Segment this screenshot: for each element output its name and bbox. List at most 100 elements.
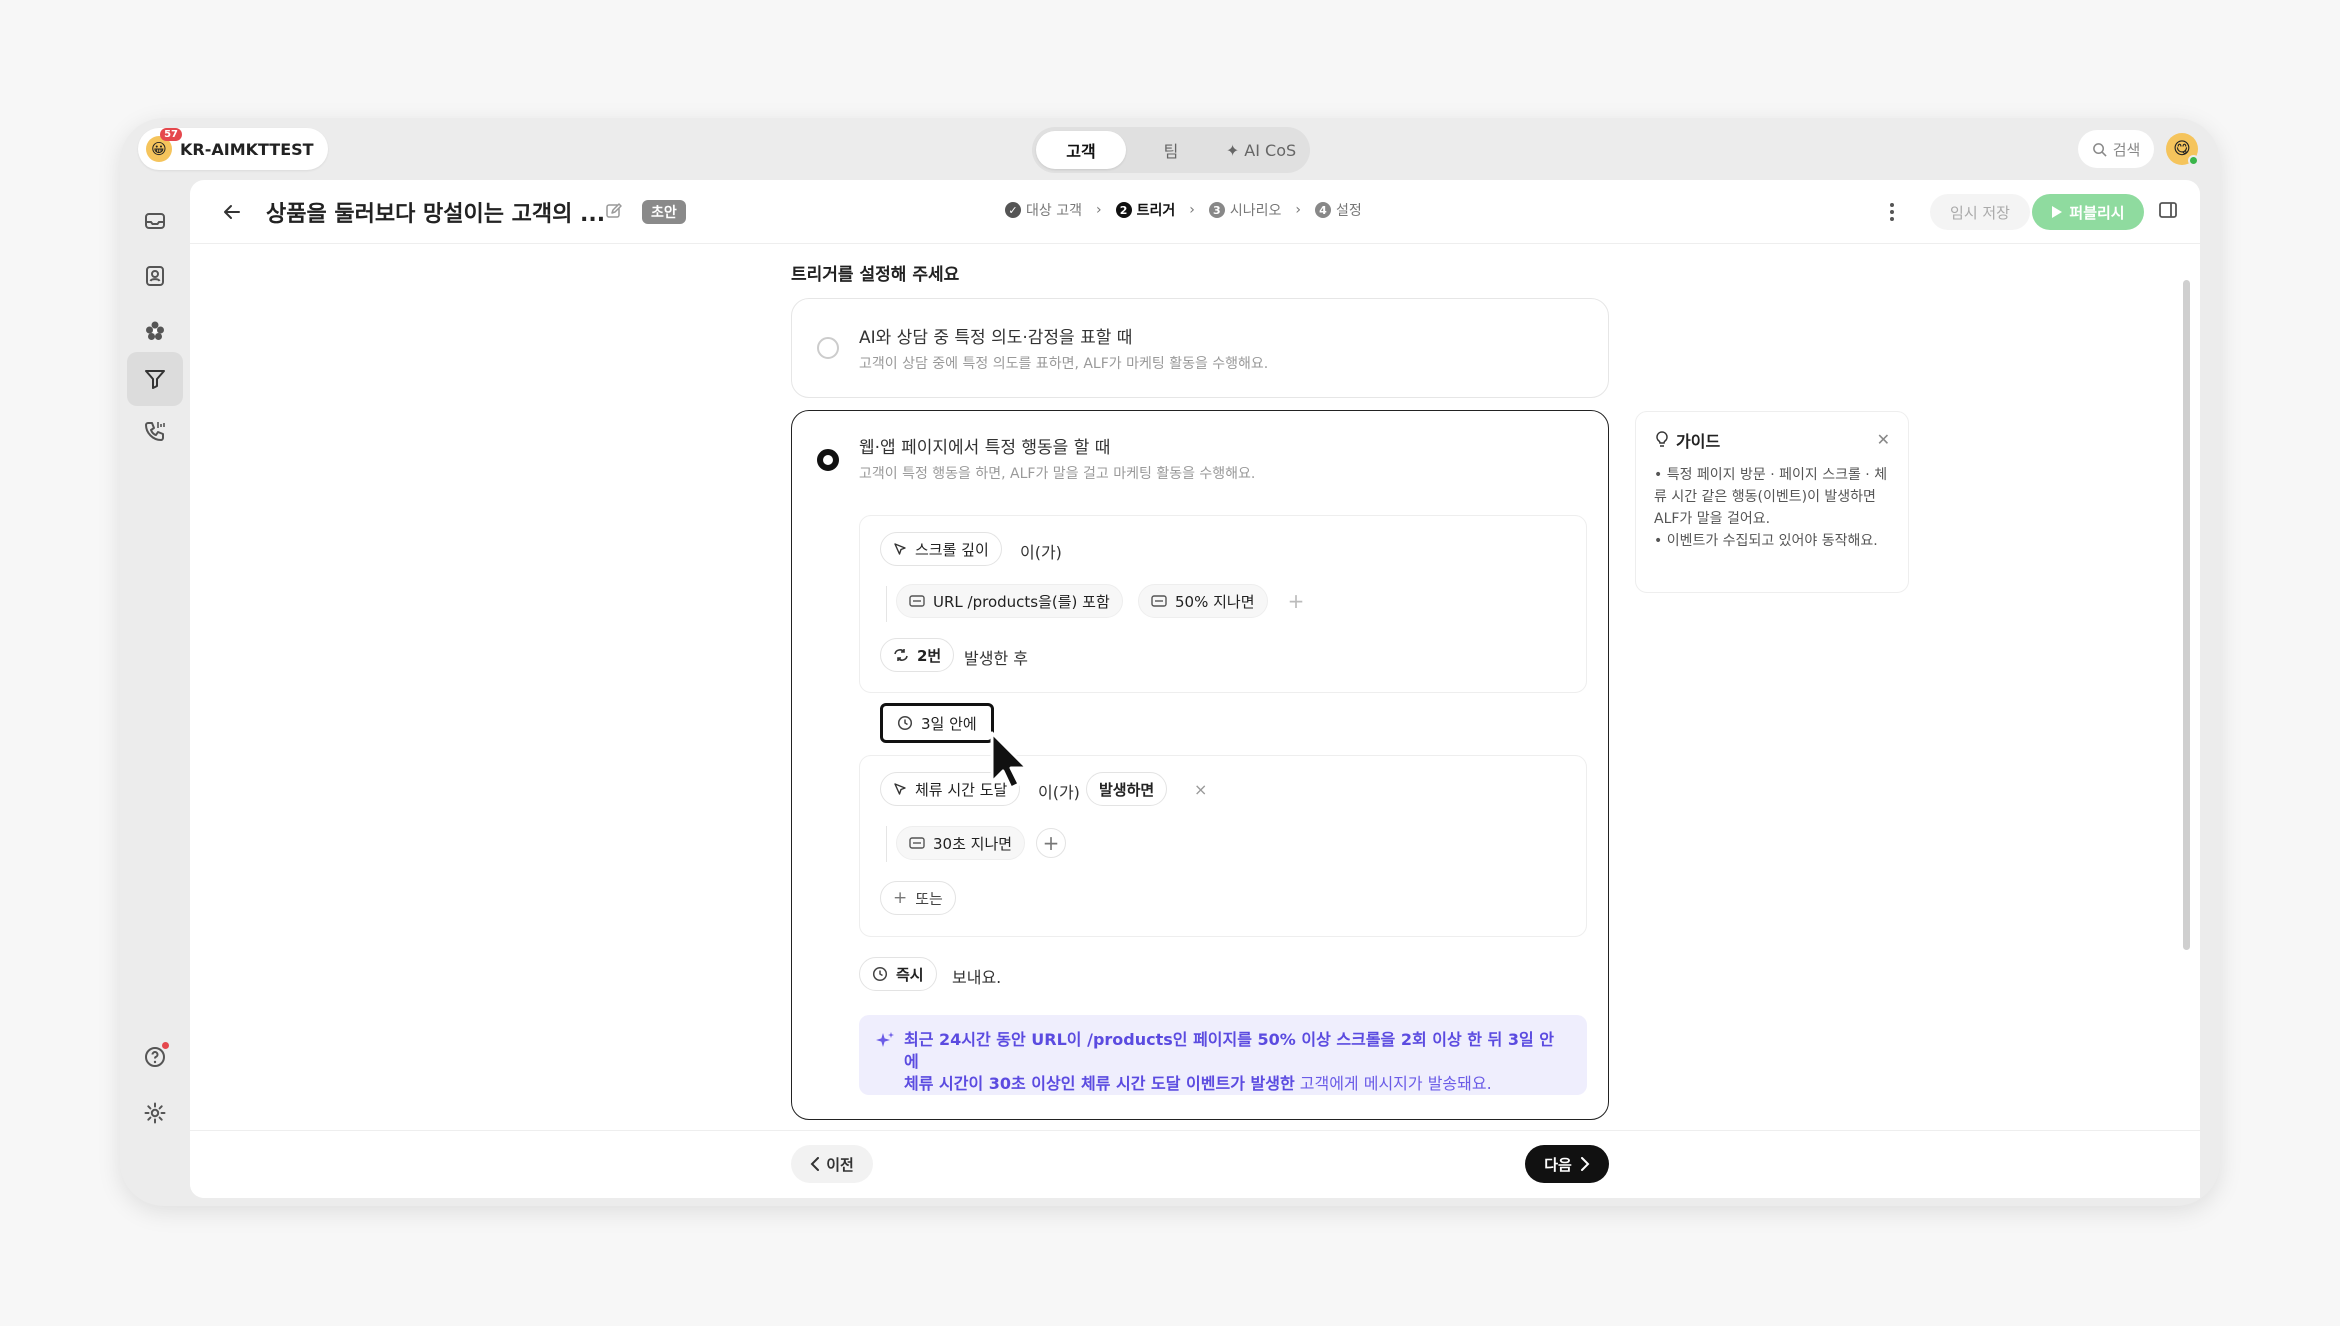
back-button[interactable] [218, 198, 246, 226]
option-description: 고객이 특정 행동을 하면, ALF가 말을 걸고 마케팅 활동을 수행해요. [859, 466, 1256, 482]
tab-customer[interactable]: 고객 [1036, 131, 1126, 169]
time-window-label: 3일 안에 [921, 714, 977, 733]
step-scenario[interactable]: 3 시나리오 [1208, 200, 1281, 220]
sidebar-item-help[interactable] [127, 1030, 183, 1084]
repeat-icon [894, 649, 908, 661]
publish-button[interactable]: 퍼블리시 [2032, 194, 2144, 230]
lightbulb-icon [1656, 431, 1668, 447]
step-label: 트리거 [1136, 203, 1176, 219]
user-avatar[interactable]: 😋 [2166, 133, 2199, 166]
clock-icon [897, 715, 913, 731]
chevron-left-icon [810, 1157, 820, 1171]
online-status-dot [2188, 155, 2199, 166]
guide-body: • 특정 페이지 방문 · 페이지 스크롤 · 체류 시간 같은 행동(이벤트)… [1654, 464, 1890, 552]
app-window: 😀 57 KR-AIMKTTEST 고객 팀 ✦ AI CoS 검색 😋 상품을… [120, 118, 2220, 1206]
send-timing-suffix: 보내요. [952, 968, 1002, 987]
contacts-icon [146, 266, 164, 286]
flower-icon [146, 321, 164, 340]
summary-part-2: 체류 시간이 30초 이상인 체류 시간 도달 이벤트가 발생한 [904, 1074, 1295, 1093]
step-settings[interactable]: 4 설정 [1314, 200, 1362, 220]
stepper: ✓ 대상 고객 › 2 트리거 › 3 시나리오 › 4 설정 [1005, 200, 1362, 220]
summary-part-3: 고객에게 메시지가 발송돼요. [1294, 1074, 1492, 1093]
sidebar-item-calls[interactable] [127, 404, 183, 458]
radio-web-behavior[interactable] [817, 449, 839, 471]
play-icon [2052, 206, 2063, 218]
user-emoji: 😋 [2173, 139, 2191, 159]
guide-header: 가이드 [1654, 428, 1890, 452]
sparkle-icon [876, 1032, 894, 1047]
filter-chip-dwell[interactable]: 30초 지나면 [896, 826, 1026, 860]
step-trigger[interactable]: 2 트리거 [1115, 200, 1176, 220]
filter-chip-url[interactable]: URL /products을(를) 포함 [896, 584, 1123, 618]
sidebar-item-contacts[interactable] [127, 249, 183, 303]
guide-panel: 가이드 ✕ • 특정 페이지 방문 · 페이지 스크롤 · 체류 시간 같은 행… [1635, 411, 1909, 593]
summary-line-2: 체류 시간이 30초 이상인 체류 시간 도달 이벤트가 발생한 고객에게 메시… [904, 1073, 1567, 1095]
save-draft-button[interactable]: 임시 저장 [1930, 194, 2030, 230]
step-target-customer[interactable]: ✓ 대상 고객 [1005, 200, 1082, 220]
publish-label: 퍼블리시 [2069, 203, 2125, 222]
repeat-suffix: 발생한 후 [964, 649, 1028, 668]
add-filter-button[interactable]: + [1036, 828, 1066, 858]
edit-title-button[interactable] [605, 202, 627, 224]
search-label: 검색 [2112, 140, 2141, 159]
event-action-chip[interactable]: 발생하면 [1086, 772, 1168, 806]
trigger-option-ai-intent[interactable]: AI와 상담 중 특정 의도·감정을 표할 때 고객이 상담 중에 특정 의도를… [791, 298, 1609, 398]
pencil-icon [606, 203, 622, 218]
arrow-left-icon [224, 205, 240, 219]
vertical-scrollbar[interactable] [2183, 280, 2190, 950]
sidebar-item-inbox[interactable] [127, 194, 183, 248]
settings-icon [144, 1102, 166, 1124]
prev-button[interactable]: 이전 [791, 1145, 873, 1183]
filter-chip-scroll-depth[interactable]: 50% 지나면 [1138, 584, 1268, 618]
filter-divider [886, 826, 887, 862]
chevron-right-icon: › [1189, 202, 1195, 218]
step-number: 4 [1314, 202, 1331, 218]
guide-line: • 이벤트가 수집되고 있어야 동작해요. [1654, 533, 1878, 549]
notification-badge: 57 [160, 128, 182, 141]
sidebar-item-settings[interactable] [127, 1086, 183, 1140]
repeat-count-chip[interactable]: 2번 [880, 638, 955, 672]
filter-label: URL /products을(를) 포함 [933, 592, 1110, 611]
chevron-right-icon [1580, 1157, 1590, 1171]
search-button[interactable]: 검색 [2078, 130, 2154, 168]
send-timing-chip[interactable]: 즉시 [859, 957, 937, 991]
filter-tag-icon [909, 595, 925, 607]
page-header: 상품을 둘러보다 망설이는 고객의 ... 초안 ✓ 대상 고객 › 2 트리거… [190, 180, 2200, 244]
next-button[interactable]: 다음 [1525, 1145, 1609, 1183]
add-filter-button[interactable]: + [1284, 589, 1308, 613]
time-window-chip[interactable]: 3일 안에 [880, 703, 994, 743]
main-panel: 상품을 둘러보다 망설이는 고객의 ... 초안 ✓ 대상 고객 › 2 트리거… [190, 180, 2200, 1198]
event-suffix: 이(가) [1038, 783, 1080, 802]
prev-label: 이전 [826, 1155, 854, 1174]
radio-ai-intent[interactable] [817, 337, 839, 359]
status-badge: 초안 [642, 200, 686, 224]
chevron-right-icon: › [1095, 202, 1102, 218]
funnel-icon [145, 370, 165, 389]
tab-ai-cos[interactable]: ✦ AI CoS [1216, 131, 1306, 169]
workspace-switcher[interactable]: 😀 57 KR-AIMKTTEST [138, 128, 328, 170]
more-options-button[interactable] [1880, 200, 1904, 224]
guide-line: • 특정 페이지 방문 · 페이지 스크롤 · 체류 시간 같은 행동(이벤트)… [1654, 467, 1888, 527]
section-title: 트리거를 설정해 주세요 [791, 265, 960, 285]
or-label: 또는 [915, 889, 943, 908]
workspace-emoji: 😀 [151, 140, 167, 158]
event-condition-1: 스크롤 깊이 이(가) URL /products을(를) 포함 50% 지나면… [859, 515, 1587, 693]
remove-event-button[interactable]: × [1194, 780, 1207, 799]
side-panel-toggle[interactable] [2158, 200, 2182, 224]
filter-label: 50% 지나면 [1175, 592, 1255, 611]
trigger-option-web-behavior[interactable]: 웹·앱 페이지에서 특정 행동을 할 때 고객이 특정 행동을 하면, ALF가… [791, 410, 1609, 1120]
sidebar-item-marketing[interactable] [127, 352, 183, 406]
event-suffix: 이(가) [1020, 543, 1062, 562]
add-or-condition-button[interactable]: + 또는 [880, 881, 956, 915]
cursor-icon [894, 783, 906, 795]
event-selector-scroll[interactable]: 스크롤 깊이 [880, 532, 1002, 566]
trigger-summary: 최근 24시간 동안 URL이 /products인 페이지를 50% 이상 스… [859, 1015, 1587, 1095]
summary-line-1: 최근 24시간 동안 URL이 /products인 페이지를 50% 이상 스… [904, 1029, 1567, 1073]
chevron-right-icon: › [1295, 202, 1301, 218]
filter-divider [886, 586, 887, 622]
sidebar-item-integrations[interactable] [127, 304, 183, 358]
close-icon[interactable]: ✕ [1877, 430, 1890, 449]
tab-team[interactable]: 팀 [1126, 131, 1216, 169]
step-number: 2 [1115, 202, 1132, 218]
sidebar-toggle-icon [2159, 202, 2177, 218]
